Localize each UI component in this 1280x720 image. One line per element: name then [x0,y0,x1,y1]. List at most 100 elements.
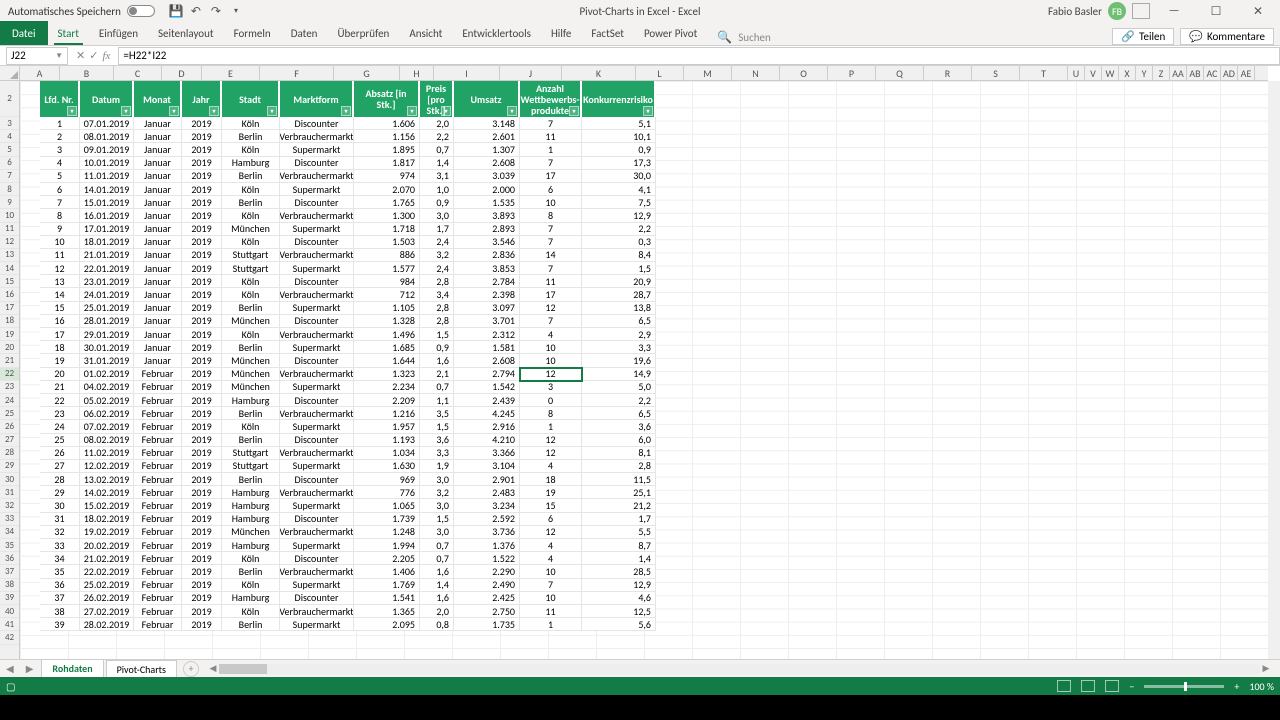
row-header[interactable]: 15 [0,275,19,288]
cell[interactable]: Februar [134,460,182,473]
cell[interactable]: 1,9 [420,460,454,473]
cell[interactable]: 13 [40,275,80,288]
cell[interactable]: Januar [134,130,182,143]
column-header[interactable]: N [732,66,780,81]
cell[interactable]: 712 [354,288,420,301]
cell[interactable]: 1.034 [354,447,420,460]
select-all-button[interactable] [0,66,20,81]
zoom-slider[interactable] [1144,685,1224,688]
column-header[interactable]: AE [1238,66,1255,81]
cell[interactable]: 2,8 [420,302,454,315]
cell[interactable]: 30,0 [582,170,656,183]
cell[interactable]: Berlin [222,341,280,354]
cell[interactable]: 06.02.2019 [80,407,134,420]
cell[interactable]: 2.893 [454,223,520,236]
cell[interactable]: 3,1 [420,170,454,183]
cell[interactable]: 2,9 [582,328,656,341]
cell[interactable]: Discounter [280,315,354,328]
customize-qat-icon[interactable]: ▾ [229,4,243,18]
cell[interactable]: 12,9 [582,209,656,222]
cell[interactable]: 4 [520,328,582,341]
cell[interactable]: Verbrauchermarkt [280,170,354,183]
sheet-nav-next-icon[interactable]: ▶ [20,662,40,675]
cell[interactable]: 23 [40,407,80,420]
cell[interactable]: 37 [40,592,80,605]
column-header[interactable]: Q [876,66,924,81]
cell[interactable]: 2019 [182,117,222,130]
cell[interactable]: 3,0 [420,499,454,512]
row-header[interactable]: 12 [0,236,19,249]
cell[interactable]: 2.205 [354,552,420,565]
cell[interactable]: 17,3 [582,157,656,170]
cell[interactable]: Februar [134,447,182,460]
cell[interactable]: 2.290 [454,565,520,578]
row-header[interactable]: 9 [0,196,19,209]
row-header[interactable]: 27 [0,434,19,447]
cell[interactable]: Supermarkt [280,579,354,592]
cell[interactable]: 13,8 [582,302,656,315]
cell[interactable]: 31 [40,513,80,526]
cell[interactable]: 1,5 [420,513,454,526]
cell[interactable]: 2.000 [454,183,520,196]
cell[interactable]: Februar [134,526,182,539]
cell[interactable]: 25.02.2019 [80,579,134,592]
cell[interactable]: 1,7 [420,223,454,236]
cell[interactable]: 8 [40,209,80,222]
cell[interactable]: 2019 [182,262,222,275]
cell[interactable]: 11 [520,605,582,618]
cell[interactable]: 7 [40,196,80,209]
cell[interactable]: 2,4 [420,236,454,249]
cell[interactable]: Februar [134,499,182,512]
row-header[interactable]: 13 [0,249,19,262]
cell[interactable]: Discounter [280,513,354,526]
cell[interactable]: 12 [520,434,582,447]
cell[interactable]: 0,7 [420,143,454,156]
row-header[interactable]: 22 [0,368,19,381]
cell[interactable]: 1.644 [354,354,420,367]
row-header[interactable]: 37 [0,565,19,578]
cell[interactable]: 10 [520,565,582,578]
cell[interactable]: 0,9 [420,196,454,209]
cell[interactable]: 1 [40,117,80,130]
filter-icon[interactable]: ▾ [407,106,417,116]
cell[interactable]: 7 [520,223,582,236]
table-column-header[interactable]: Konkurrenzrisiko▾ [582,81,656,117]
column-header[interactable]: H [400,66,434,81]
cell[interactable]: 12.02.2019 [80,460,134,473]
page-break-view-icon[interactable] [1105,680,1119,692]
cell[interactable]: Supermarkt [280,499,354,512]
cell[interactable]: 1.248 [354,526,420,539]
cell[interactable]: 3,6 [420,434,454,447]
cell[interactable]: 2,8 [420,315,454,328]
cell[interactable]: 6,0 [582,434,656,447]
cell[interactable]: Januar [134,288,182,301]
cell[interactable]: 6 [520,513,582,526]
ribbon-tab[interactable]: Entwicklertools [452,21,541,45]
cell[interactable]: Supermarkt [280,143,354,156]
cell[interactable]: 15 [520,499,582,512]
row-header[interactable]: 23 [0,381,19,394]
cell[interactable]: Supermarkt [280,539,354,552]
cell[interactable]: 16 [40,315,80,328]
cell[interactable]: Hamburg [222,513,280,526]
cell[interactable]: Stuttgart [222,460,280,473]
cell[interactable]: Discounter [280,236,354,249]
cell[interactable]: Januar [134,209,182,222]
cell[interactable]: 2.592 [454,513,520,526]
cell[interactable]: Februar [134,434,182,447]
cell[interactable]: Berlin [222,565,280,578]
cell[interactable]: 2019 [182,223,222,236]
cell[interactable]: 2019 [182,288,222,301]
cell[interactable]: München [222,526,280,539]
cell[interactable]: 21,2 [582,499,656,512]
cell[interactable]: 11,5 [582,473,656,486]
column-header[interactable]: U [1068,66,1085,81]
search-box[interactable]: 🔍 Suchen [717,30,770,45]
column-header[interactable]: A [20,66,60,81]
row-header[interactable]: 17 [0,302,19,315]
row-header[interactable]: 40 [0,605,19,618]
cell[interactable]: 3.893 [454,209,520,222]
filter-icon[interactable]: ▾ [507,106,517,116]
cells-area[interactable]: Lfd. Nr.▾Datum▾Monat▾Jahr▾Stadt▾Marktfor… [20,81,1268,659]
cell[interactable]: Supermarkt [280,302,354,315]
